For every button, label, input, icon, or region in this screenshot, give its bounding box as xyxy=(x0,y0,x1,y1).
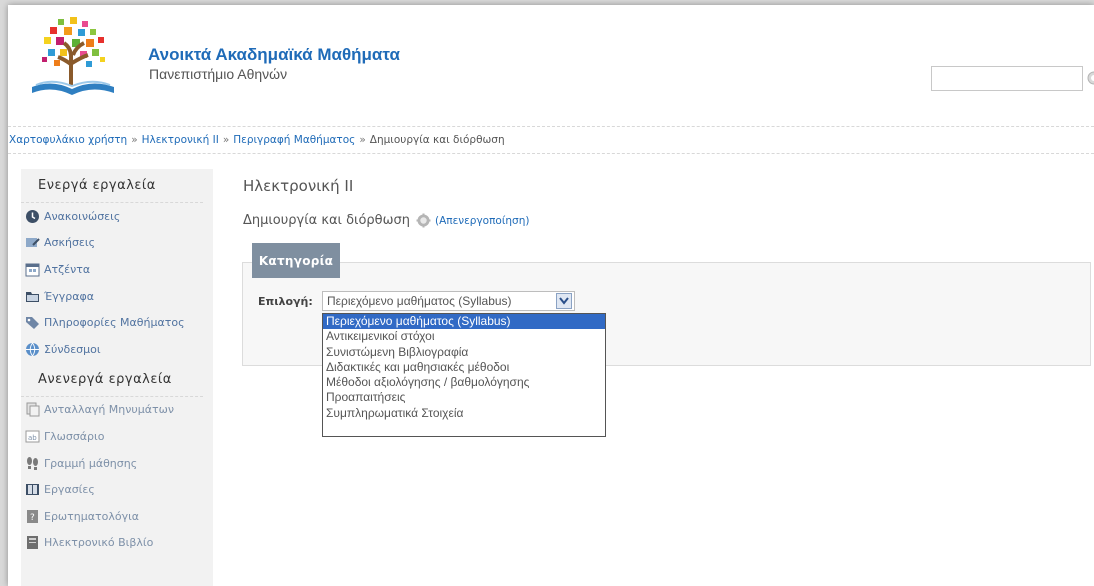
breadcrumb-separator: » xyxy=(131,134,138,146)
sidebar-item-label: Πληροφορίες Μαθήματος xyxy=(44,316,185,330)
sidebar-item-course-info[interactable]: Πληροφορίες Μαθήματος xyxy=(21,309,213,336)
site-subtitle: Πανεπιστήμιο Αθηνών xyxy=(149,66,288,82)
breadcrumb: Χαρτοφυλάκιο χρήστη» Ηλεκτρονική ΙΙ» Περιγ… xyxy=(8,126,1094,154)
footprints-icon xyxy=(27,456,38,470)
sidebar: Ενεργά εργαλεία Ανακοινώσεις Ασκήσεις Ατ… xyxy=(21,169,213,586)
search-input[interactable] xyxy=(931,66,1083,91)
category-select[interactable]: Περιεχόμενο μαθήματος (Syllabus) xyxy=(322,291,575,311)
search-icon[interactable] xyxy=(1086,70,1094,86)
sidebar-item-calendar[interactable]: Ατζέντα xyxy=(21,256,213,283)
sidebar-item-announcements[interactable]: Ανακοινώσεις xyxy=(21,203,213,230)
sidebar-item-learning-path[interactable]: Γραμμή μάθησης xyxy=(21,450,213,477)
sidebar-heading-active: Ενεργά εργαλεία xyxy=(21,169,203,203)
breadcrumb-item-current: Δημιουργία και διόρθωση xyxy=(369,134,505,146)
breadcrumb-separator: » xyxy=(222,134,230,146)
sidebar-item-documents[interactable]: Έγγραφα xyxy=(21,283,213,310)
sidebar-item-label: Ασκήσεις xyxy=(44,236,96,250)
sidebar-item-label: Ατζέντα xyxy=(44,262,91,276)
sidebar-item-assignments[interactable]: Εργασίες xyxy=(21,476,213,503)
gear-icon[interactable] xyxy=(416,213,431,228)
sidebar-item-label: Γραμμή μάθησης xyxy=(44,456,138,470)
svg-text:ab: ab xyxy=(28,434,37,442)
ebook-icon xyxy=(27,536,38,550)
sidebar-item-messages[interactable]: Ανταλλαγή Μηνυμάτων xyxy=(21,397,213,424)
breadcrumb-item-course[interactable]: Ηλεκτρονική ΙΙ xyxy=(142,134,219,146)
sidebar-item-label: Ανακοινώσεις xyxy=(44,209,121,223)
sidebar-item-label: Εργασίες xyxy=(44,483,95,497)
sidebar-heading-inactive: Ανενεργά εργαλεία xyxy=(21,363,203,397)
category-legend: Κατηγορία xyxy=(252,243,340,278)
sidebar-item-label: Γλωσσάριο xyxy=(44,429,105,443)
sidebar-item-label: Ηλεκτρονικό Βιβλίο xyxy=(44,536,154,550)
questionnaire-icon: ? xyxy=(27,509,38,523)
dropdown-option-assessment[interactable]: Μέθοδοι αξιολόγησης / βαθμολόγησης xyxy=(323,375,605,390)
sidebar-item-links[interactable]: Σύνδεσμοι xyxy=(21,336,213,363)
dropdown-option-objectives[interactable]: Αντικειμενικοί στόχοι xyxy=(323,329,605,344)
svg-text:?: ? xyxy=(30,513,35,523)
course-title: Ηλεκτρονική ΙΙ xyxy=(243,177,354,195)
sidebar-item-label: Έγγραφα xyxy=(44,289,94,303)
sidebar-item-label: Σύνδεσμοι xyxy=(44,342,101,356)
sidebar-item-ebook[interactable]: Ηλεκτρονικό Βιβλίο xyxy=(21,530,213,557)
breadcrumb-separator: » xyxy=(359,134,366,146)
announcements-icon xyxy=(26,209,39,223)
browser-window: Ανοικτά Ακαδημαϊκά Μαθήματα Πανεπιστήμιο… xyxy=(8,5,1094,586)
category-select-value: Περιεχόμενο μαθήματος (Syllabus) xyxy=(327,294,512,308)
sidebar-item-label: Ανταλλαγή Μηνυμάτων xyxy=(44,403,174,417)
chevron-down-icon[interactable] xyxy=(556,293,572,309)
dropdown-option-supplementary[interactable]: Συμπληρωματικά Στοιχεία xyxy=(323,406,605,421)
sidebar-item-glossary[interactable]: ab Γλωσσάριο xyxy=(21,423,213,450)
breadcrumb-item-description[interactable]: Περιγραφή Μαθήματος xyxy=(233,134,355,146)
glossary-icon: ab xyxy=(25,430,40,443)
dropdown-option-syllabus[interactable]: Περιεχόμενο μαθήματος (Syllabus) xyxy=(323,314,605,330)
book-icon xyxy=(26,484,39,496)
tag-icon xyxy=(26,317,39,330)
dropdown-option-teaching-methods[interactable]: Διδακτικές και μαθησιακές μέθοδοι xyxy=(323,360,605,375)
sidebar-item-questionnaires[interactable]: ? Ερωτηματολόγια xyxy=(21,503,213,530)
sidebar-item-exercises[interactable]: Ασκήσεις xyxy=(21,230,213,257)
page-subtitle-text: Δημιουργία και διόρθωση xyxy=(243,213,410,228)
breadcrumb-item-portfolio[interactable]: Χαρτοφυλάκιο χρήστη xyxy=(9,134,127,146)
category-dropdown-list: Περιεχόμενο μαθήματος (Syllabus) Αντικει… xyxy=(322,313,606,437)
deactivate-link[interactable]: (Απενεργοποίηση) xyxy=(435,215,529,227)
logo-tree-book-icon[interactable] xyxy=(28,15,118,99)
dropdown-option-prerequisites[interactable]: Προαπαιτήσεις xyxy=(323,390,605,405)
globe-icon xyxy=(26,342,39,357)
page-subtitle: Δημιουργία και διόρθωση (Απενεργοποίηση) xyxy=(243,213,529,228)
exercises-icon xyxy=(26,238,40,248)
site-title[interactable]: Ανοικτά Ακαδημαϊκά Μαθήματα xyxy=(148,45,400,65)
sidebar-item-label: Ερωτηματολόγια xyxy=(44,509,140,523)
dropdown-option-bibliography[interactable]: Συνιστώμενη Βιβλιογραφία xyxy=(323,345,605,360)
messages-icon xyxy=(26,402,40,417)
calendar-icon xyxy=(25,263,40,277)
folder-icon xyxy=(26,291,39,302)
selection-label: Επιλογή: xyxy=(258,295,313,308)
